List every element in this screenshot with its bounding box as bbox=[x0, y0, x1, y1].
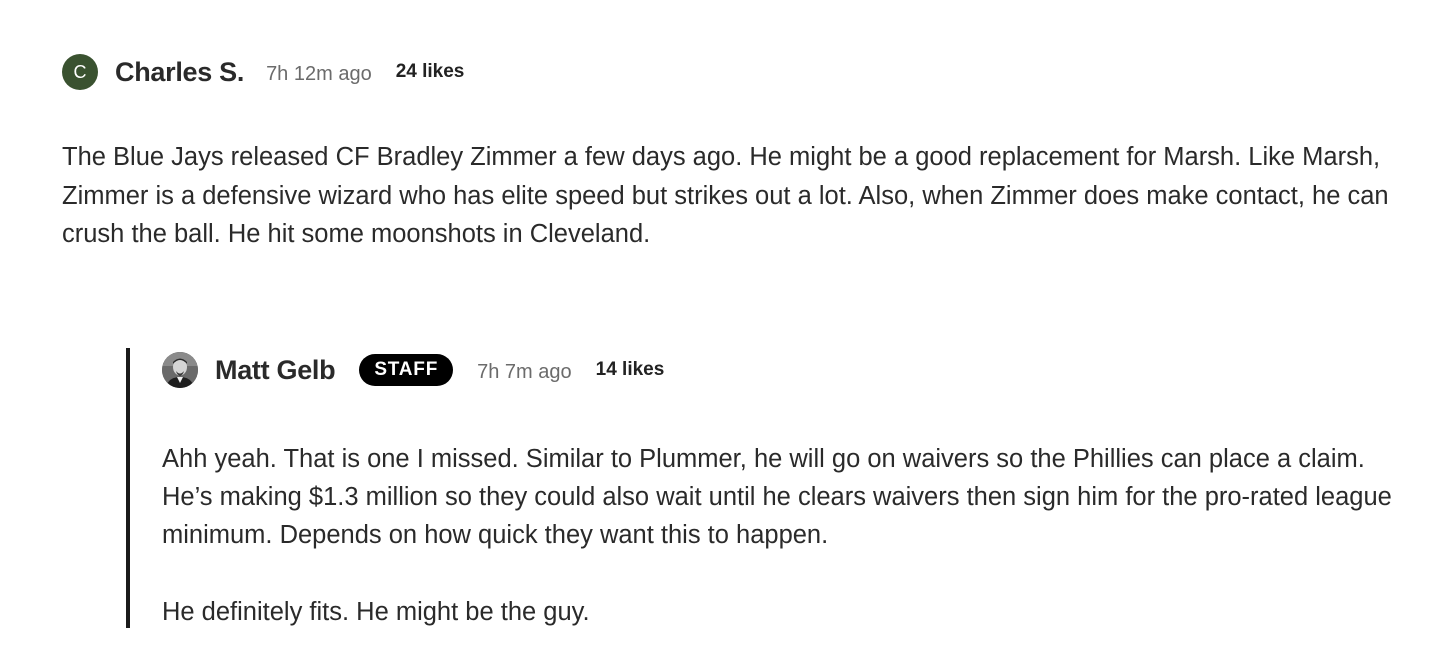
reply-likes: 14 likes bbox=[595, 359, 665, 380]
avatar[interactable] bbox=[162, 352, 198, 388]
avatar-initial: C bbox=[73, 61, 87, 82]
comment-header: C Charles S. 7h 12m ago 24 likes bbox=[62, 52, 1412, 92]
comment-author[interactable]: Charles S. bbox=[115, 57, 244, 88]
staff-badge: STAFF bbox=[359, 354, 454, 386]
user-photo-icon bbox=[162, 352, 198, 388]
avatar[interactable]: C bbox=[62, 54, 98, 90]
reply-paragraph: Ahh yeah. That is one I missed. Similar … bbox=[162, 445, 1392, 549]
comment: C Charles S. 7h 12m ago 24 likes The Blu… bbox=[62, 52, 1412, 254]
reply-header: Matt Gelb STAFF 7h 7m ago 14 likes bbox=[162, 350, 1392, 390]
reply-thread: Matt Gelb STAFF 7h 7m ago 14 likes Ahh y… bbox=[126, 348, 1400, 628]
reply-paragraph: He definitely fits. He might be the guy. bbox=[162, 598, 590, 626]
comment-body: The Blue Jays released CF Bradley Zimmer… bbox=[62, 143, 1389, 248]
comment-timestamp: 7h 12m ago bbox=[266, 62, 372, 85]
reply-timestamp: 7h 7m ago bbox=[477, 360, 572, 383]
reply-author[interactable]: Matt Gelb bbox=[215, 355, 336, 386]
reply: Matt Gelb STAFF 7h 7m ago 14 likes Ahh y… bbox=[162, 350, 1392, 670]
comment-likes: 24 likes bbox=[395, 61, 465, 82]
reply-body: Ahh yeah. That is one I missed. Similar … bbox=[162, 440, 1392, 631]
